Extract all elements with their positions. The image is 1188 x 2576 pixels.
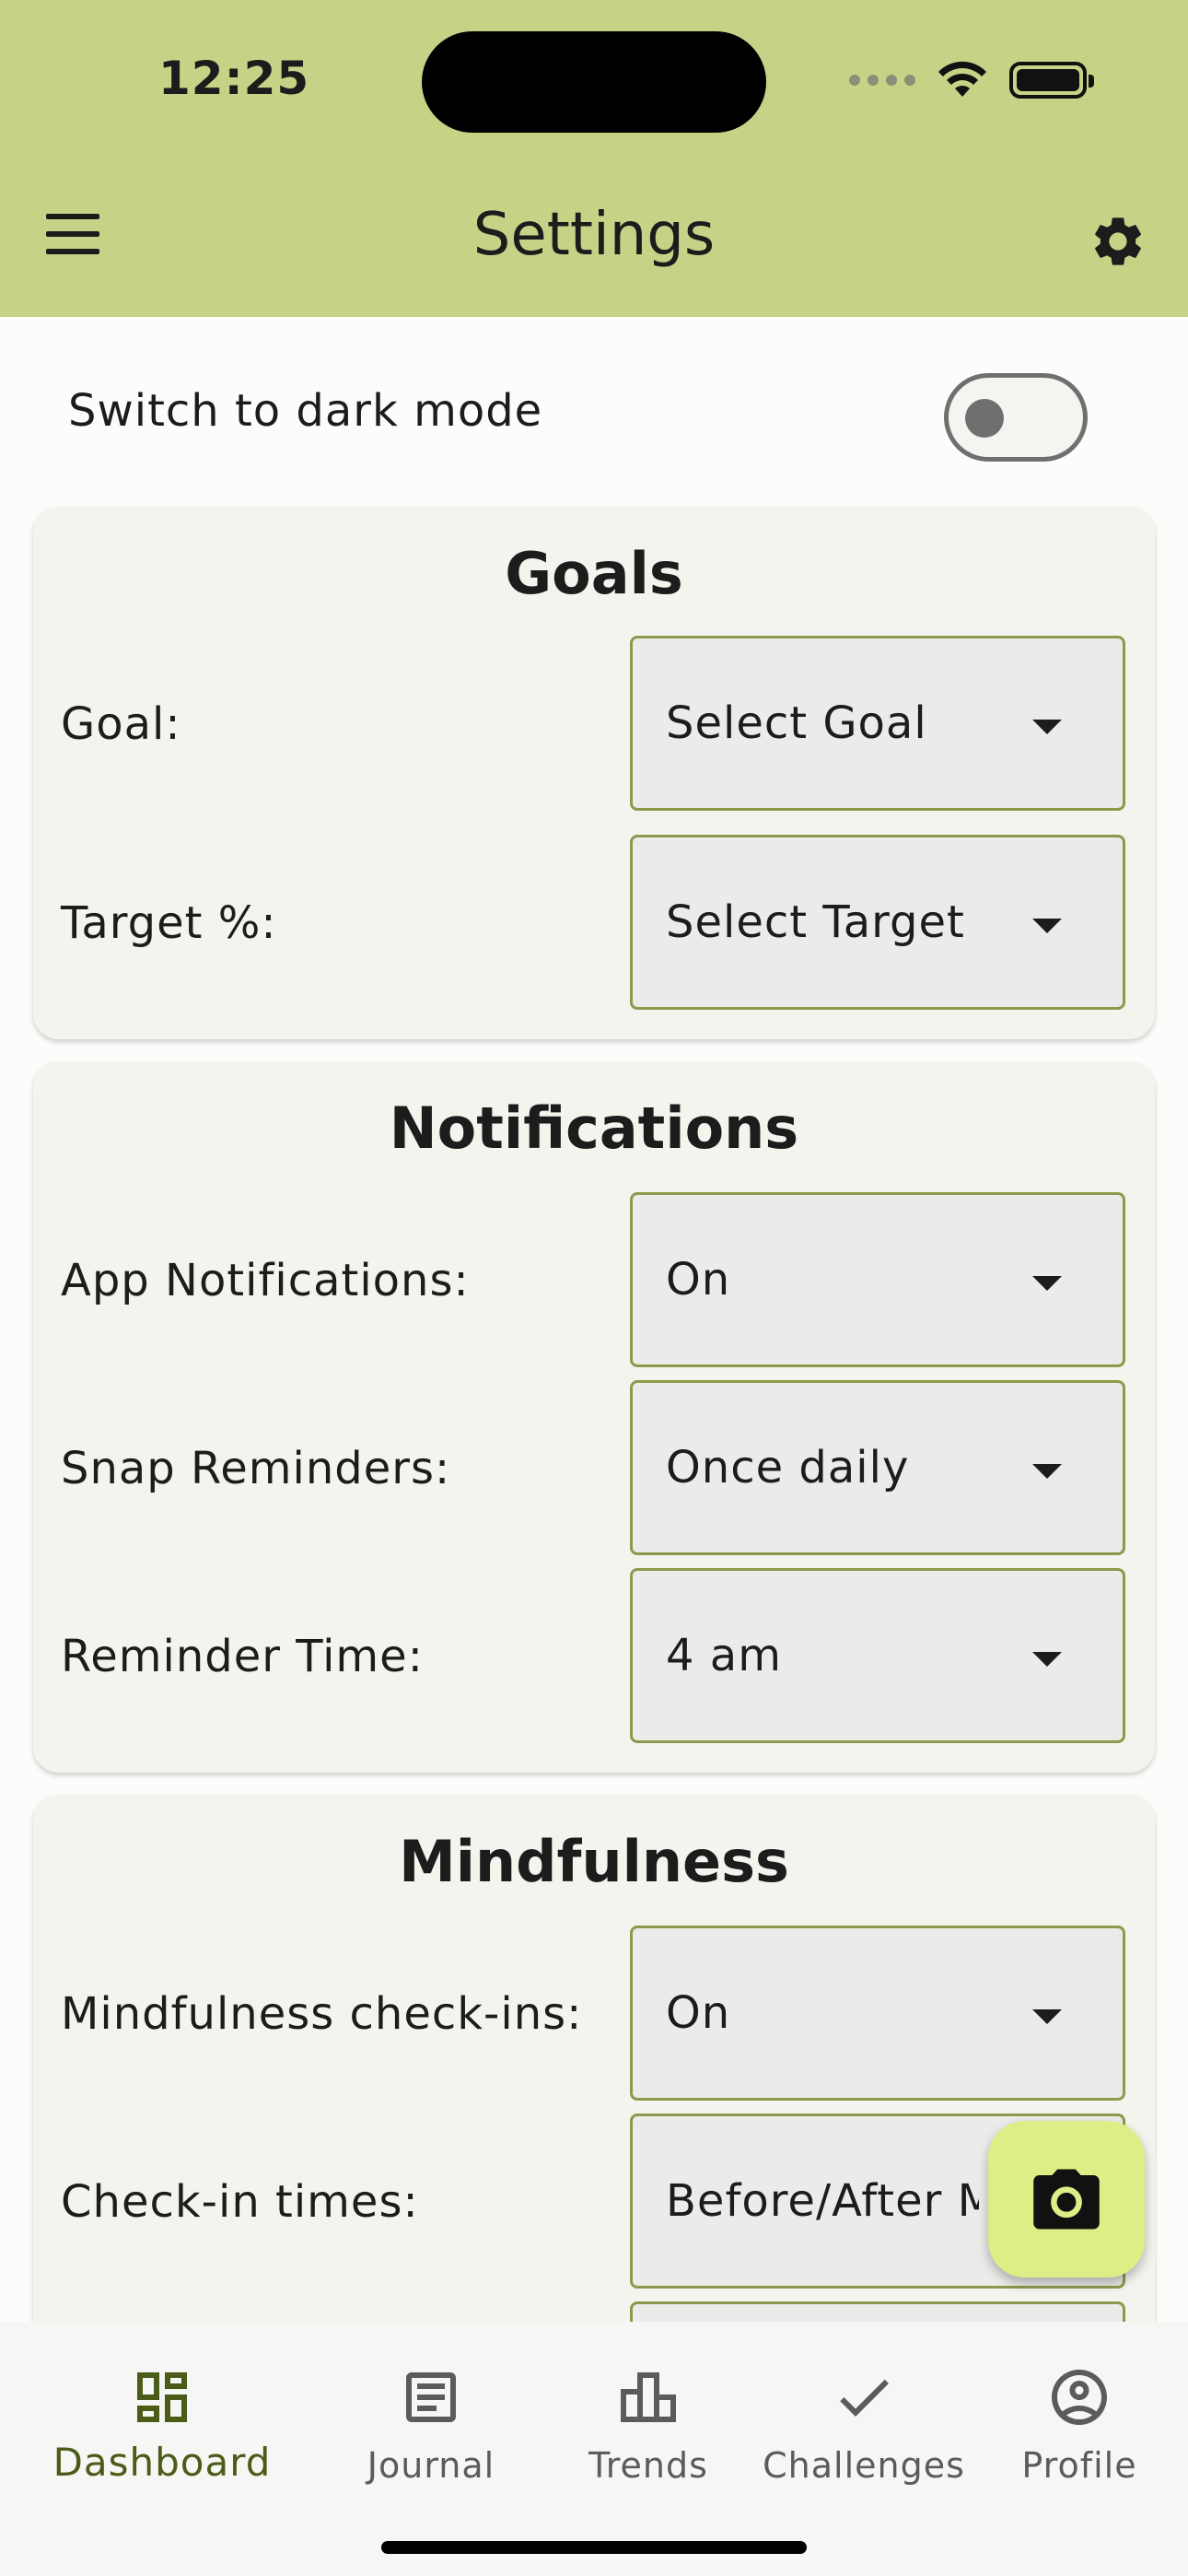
checkin-times-label: Check-in times: bbox=[61, 2176, 419, 2228]
chevron-down-icon bbox=[1032, 1652, 1062, 1667]
goals-card: Goals Goal: Select Goal Target %: Select… bbox=[33, 507, 1155, 1039]
profile-icon bbox=[1052, 2370, 1107, 2425]
reminder-time-label: Reminder Time: bbox=[61, 1631, 424, 1682]
camera-icon bbox=[1033, 2169, 1100, 2230]
mindfulness-title: Mindfulness bbox=[399, 1828, 789, 1895]
nav-profile[interactable]: Profile bbox=[969, 2346, 1188, 2486]
reminder-time-value: 4 am bbox=[666, 1630, 782, 1681]
check-icon bbox=[840, 2379, 889, 2417]
notifications-card: Notifications App Notifications: On Snap… bbox=[33, 1061, 1155, 1773]
mindfulness-checkins-dropdown[interactable]: On bbox=[630, 1926, 1125, 2101]
mindfulness-checkins-value: On bbox=[666, 1987, 731, 2039]
gear-icon[interactable] bbox=[1089, 212, 1147, 271]
journal-icon bbox=[406, 2372, 456, 2422]
app-bar: 12:25 Settings bbox=[0, 0, 1188, 317]
dark-mode-label: Switch to dark mode bbox=[68, 385, 543, 437]
page-title: Settings bbox=[472, 201, 716, 269]
dynamic-island bbox=[422, 31, 766, 133]
app-notifications-value: On bbox=[666, 1254, 731, 1306]
home-indicator bbox=[381, 2541, 807, 2554]
nav-trends[interactable]: Trends bbox=[538, 2346, 759, 2486]
bottom-nav: Dashboard Journal Trends Challenges Prof… bbox=[0, 2322, 1188, 2576]
snap-reminders-label: Snap Reminders: bbox=[61, 1443, 451, 1494]
snap-reminders-value: Once daily bbox=[666, 1442, 910, 1493]
nav-dashboard[interactable]: Dashboard bbox=[52, 2346, 273, 2485]
mindfulness-card: Mindfulness Mindfulness check-ins: On Ch… bbox=[33, 1795, 1155, 2476]
nav-trends-label: Trends bbox=[588, 2445, 708, 2486]
reminder-time-dropdown[interactable]: 4 am bbox=[630, 1568, 1125, 1743]
goals-title: Goals bbox=[505, 540, 683, 607]
wifi-icon bbox=[938, 61, 986, 97]
target-label: Target %: bbox=[61, 897, 277, 949]
goal-dropdown[interactable]: Select Goal bbox=[630, 636, 1125, 811]
target-dropdown[interactable]: Select Target % bbox=[630, 835, 1125, 1010]
app-notifications-dropdown[interactable]: On bbox=[630, 1192, 1125, 1367]
bar-chart-icon bbox=[621, 2372, 676, 2422]
nav-challenges-label: Challenges bbox=[763, 2445, 965, 2486]
dark-mode-toggle[interactable] bbox=[944, 373, 1088, 462]
app-notifications-label: App Notifications: bbox=[61, 1255, 470, 1306]
chevron-down-icon bbox=[1032, 919, 1062, 933]
nav-profile-label: Profile bbox=[1021, 2445, 1137, 2486]
nav-journal-label: Journal bbox=[367, 2445, 495, 2486]
mindfulness-checkins-label: Mindfulness check-ins: bbox=[61, 1988, 583, 2040]
snap-reminders-dropdown[interactable]: Once daily bbox=[630, 1380, 1125, 1555]
camera-fab[interactable] bbox=[988, 2121, 1145, 2277]
target-value: Select Target % bbox=[666, 896, 979, 948]
chevron-down-icon bbox=[1032, 720, 1062, 734]
status-time: 12:25 bbox=[158, 52, 310, 105]
status-icons bbox=[849, 57, 1094, 103]
dashboard-icon bbox=[137, 2372, 187, 2422]
chevron-down-icon bbox=[1032, 1276, 1062, 1291]
cellular-signal-icon bbox=[849, 75, 915, 86]
nav-dashboard-label: Dashboard bbox=[52, 2440, 272, 2485]
goal-label: Goal: bbox=[61, 698, 181, 750]
nav-challenges[interactable]: Challenges bbox=[753, 2346, 974, 2486]
chevron-down-icon bbox=[1032, 1464, 1062, 1479]
toggle-knob bbox=[965, 399, 1004, 438]
nav-journal[interactable]: Journal bbox=[320, 2346, 542, 2486]
goal-value: Select Goal bbox=[666, 697, 927, 749]
battery-icon bbox=[1009, 62, 1094, 99]
chevron-down-icon bbox=[1032, 2009, 1062, 2024]
checkin-times-value: Before/After Meals bbox=[666, 2175, 979, 2227]
notifications-title: Notifications bbox=[389, 1095, 799, 1162]
